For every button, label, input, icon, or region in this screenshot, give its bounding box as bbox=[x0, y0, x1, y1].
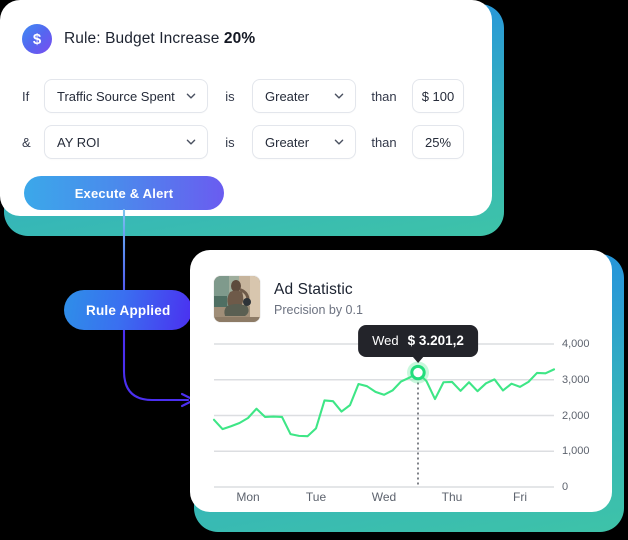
chart-x-tick-label: Tue bbox=[305, 490, 327, 504]
operator-select-value: Greater bbox=[265, 88, 310, 104]
chart-title-group: Ad Statistic Precision by 0.1 bbox=[274, 281, 363, 317]
condition-conjunction: If bbox=[22, 88, 30, 104]
condition-row: & AY ROI is Greater than 25% bbox=[22, 125, 464, 159]
chevron-down-icon bbox=[185, 90, 197, 102]
rule-header: $ Rule: Budget Increase 20% bbox=[22, 24, 255, 54]
tooltip-value: $ 3.201,2 bbox=[407, 333, 464, 349]
condition-joiner: is bbox=[225, 134, 235, 150]
chart-y-tick-label: 1,000 bbox=[562, 445, 590, 458]
chevron-down-icon bbox=[333, 136, 345, 148]
rule-card-surface: $ Rule: Budget Increase 20% If Traffic S… bbox=[0, 0, 492, 216]
chart-tooltip: Wed $ 3.201,2 bbox=[358, 324, 478, 363]
threshold-input-percent[interactable]: 25% bbox=[412, 125, 464, 159]
chart-y-tick-label: 4,000 bbox=[562, 338, 590, 350]
field-select-value: Traffic Source Spent bbox=[57, 88, 175, 104]
tooltip-day: Wed bbox=[372, 333, 399, 349]
execute-and-alert-button[interactable]: Execute & Alert bbox=[24, 176, 224, 210]
rule-applied-badge[interactable]: Rule Applied bbox=[64, 290, 193, 330]
chart-card: Ad Statistic Precision by 0.1 0 1,000 2,00… bbox=[190, 250, 624, 532]
rule-card: $ Rule: Budget Increase 20% If Traffic S… bbox=[0, 0, 504, 236]
chart-y-tick-label: 0 bbox=[562, 481, 569, 493]
chart-x-tick-label: Mon bbox=[236, 490, 260, 504]
operator-select-value: Greater bbox=[265, 134, 310, 150]
chevron-down-icon bbox=[333, 90, 345, 102]
condition-conjunction: & bbox=[22, 134, 31, 150]
chart-canvas bbox=[212, 343, 556, 488]
chart-y-tick-label: 3,000 bbox=[562, 373, 590, 386]
line-chart: 0 1,000 2,000 3,000 4,000 Mon Tue Wed Thu Fri We… bbox=[212, 324, 590, 504]
chart-x-tick-label: Wed bbox=[371, 490, 397, 504]
threshold-input-amount[interactable]: $ 100 bbox=[412, 79, 464, 113]
rule-title-prefix: Rule: Budget Increase bbox=[64, 30, 224, 47]
rule-title-value: 20% bbox=[223, 30, 256, 47]
chart-subtitle: Precision by 0.1 bbox=[274, 303, 363, 317]
condition-row: If Traffic Source Spent is Greater than … bbox=[22, 79, 464, 113]
field-select-ay-roi[interactable]: AY ROI bbox=[44, 125, 208, 159]
condition-comparator: than bbox=[371, 88, 397, 104]
chart-highlight-marker[interactable] bbox=[410, 364, 426, 381]
page-title: Rule: Budget Increase 20% bbox=[64, 30, 255, 48]
chart-x-tick-label: Thu bbox=[441, 490, 463, 504]
condition-joiner: is bbox=[225, 88, 235, 104]
field-select-value: AY ROI bbox=[57, 134, 100, 150]
ad-thumbnail-image bbox=[214, 276, 260, 322]
field-select-traffic-source-spent[interactable]: Traffic Source Spent bbox=[44, 79, 208, 113]
operator-select-greater[interactable]: Greater bbox=[252, 125, 356, 159]
condition-comparator: than bbox=[371, 134, 397, 150]
chevron-down-icon bbox=[185, 136, 197, 148]
dollar-icon: $ bbox=[22, 24, 52, 54]
chart-y-tick-label: 2,000 bbox=[562, 409, 590, 422]
chart-x-tick-label: Fri bbox=[513, 490, 527, 504]
chart-card-surface: Ad Statistic Precision by 0.1 0 1,000 2,00… bbox=[190, 250, 612, 512]
chart-title: Ad Statistic bbox=[274, 281, 353, 298]
chart-header: Ad Statistic Precision by 0.1 bbox=[214, 276, 363, 322]
operator-select-greater[interactable]: Greater bbox=[252, 79, 356, 113]
